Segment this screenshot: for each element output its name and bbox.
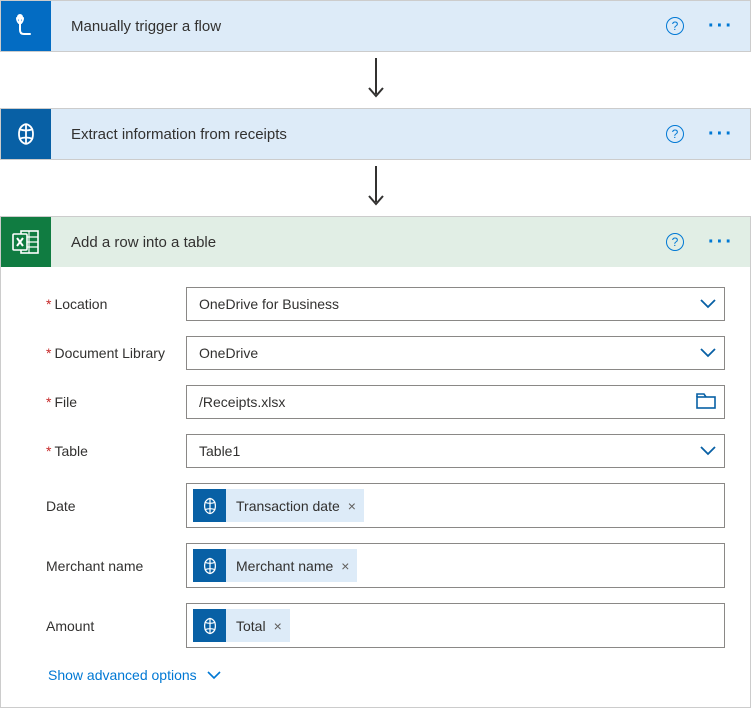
value-table: Table1 — [199, 443, 700, 459]
ai-icon — [1, 109, 51, 159]
required-mark: * — [46, 443, 51, 459]
required-mark: * — [46, 345, 51, 361]
label-date: Date — [46, 498, 186, 514]
token-label: Transaction date — [236, 498, 340, 514]
ai-icon — [193, 549, 226, 582]
connector-arrow — [0, 160, 751, 216]
advanced-label: Show advanced options — [48, 667, 197, 683]
row-merchant: Merchant name Merchant name × — [46, 543, 725, 588]
field-merchant[interactable]: Merchant name × — [186, 543, 725, 588]
label-location: *Location — [46, 296, 186, 312]
field-table[interactable]: Table1 — [186, 434, 725, 468]
row-file: *File /Receipts.xlsx — [46, 385, 725, 419]
step-extract-title: Extract information from receipts — [51, 126, 666, 143]
token-merchant-name[interactable]: Merchant name × — [193, 549, 357, 582]
label-file: *File — [46, 394, 186, 410]
ai-icon — [193, 609, 226, 642]
close-icon[interactable]: × — [274, 618, 282, 634]
label-table: *Table — [46, 443, 186, 459]
field-file[interactable]: /Receipts.xlsx — [186, 385, 725, 419]
close-icon[interactable]: × — [341, 558, 349, 574]
row-amount: Amount Total × — [46, 603, 725, 648]
value-doclib: OneDrive — [199, 345, 700, 361]
chevron-down-icon — [207, 671, 221, 680]
show-advanced-options[interactable]: Show advanced options — [48, 663, 725, 697]
connector-arrow — [0, 52, 751, 108]
row-doclib: *Document Library OneDrive — [46, 336, 725, 370]
menu-icon[interactable]: ··· — [702, 21, 740, 31]
label-amount: Amount — [46, 618, 186, 634]
row-date: Date Transaction date × — [46, 483, 725, 528]
step-trigger-header[interactable]: Manually trigger a flow ? ··· — [1, 1, 750, 51]
field-amount[interactable]: Total × — [186, 603, 725, 648]
folder-icon[interactable] — [696, 393, 716, 412]
label-merchant: Merchant name — [46, 558, 186, 574]
token-label: Total — [236, 618, 266, 634]
step-addrow-body: *Location OneDrive for Business *Documen… — [1, 267, 750, 707]
chevron-down-icon[interactable] — [700, 296, 716, 312]
field-doclib[interactable]: OneDrive — [186, 336, 725, 370]
trigger-icon — [1, 1, 51, 51]
help-icon[interactable]: ? — [666, 233, 684, 251]
field-date[interactable]: Transaction date × — [186, 483, 725, 528]
step-trigger-title: Manually trigger a flow — [51, 18, 666, 35]
step-extract: Extract information from receipts ? ··· — [0, 108, 751, 160]
menu-icon[interactable]: ··· — [702, 129, 740, 139]
token-total[interactable]: Total × — [193, 609, 290, 642]
row-table: *Table Table1 — [46, 434, 725, 468]
label-doclib: *Document Library — [46, 345, 186, 361]
step-addrow: Add a row into a table ? ··· *Location O… — [0, 216, 751, 708]
menu-icon[interactable]: ··· — [702, 237, 740, 247]
step-addrow-header[interactable]: Add a row into a table ? ··· — [1, 217, 750, 267]
token-label: Merchant name — [236, 558, 333, 574]
token-transaction-date[interactable]: Transaction date × — [193, 489, 364, 522]
field-location[interactable]: OneDrive for Business — [186, 287, 725, 321]
row-location: *Location OneDrive for Business — [46, 287, 725, 321]
required-mark: * — [46, 296, 51, 312]
excel-icon — [1, 217, 51, 267]
chevron-down-icon[interactable] — [700, 345, 716, 361]
help-icon[interactable]: ? — [666, 17, 684, 35]
close-icon[interactable]: × — [348, 498, 356, 514]
value-location: OneDrive for Business — [199, 296, 700, 312]
ai-icon — [193, 489, 226, 522]
step-extract-header[interactable]: Extract information from receipts ? ··· — [1, 109, 750, 159]
step-trigger: Manually trigger a flow ? ··· — [0, 0, 751, 52]
step-addrow-title: Add a row into a table — [51, 234, 666, 251]
value-file: /Receipts.xlsx — [199, 394, 696, 410]
help-icon[interactable]: ? — [666, 125, 684, 143]
required-mark: * — [46, 394, 51, 410]
chevron-down-icon[interactable] — [700, 443, 716, 459]
